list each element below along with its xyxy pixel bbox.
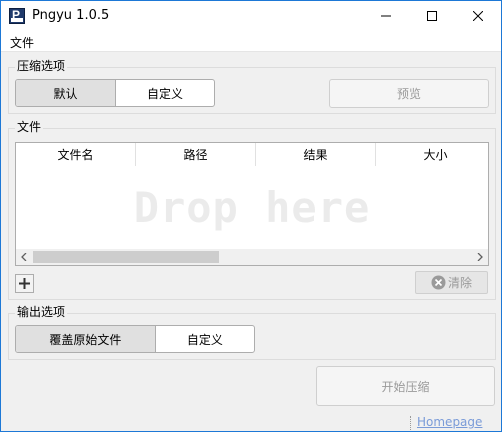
- resize-grip: [410, 416, 413, 430]
- plus-icon: [19, 278, 30, 289]
- minimize-icon: [381, 15, 391, 17]
- scrollbar-thumb[interactable]: [33, 251, 219, 263]
- add-file-button[interactable]: [15, 274, 34, 293]
- horizontal-scrollbar[interactable]: [16, 249, 488, 265]
- menu-bar: 文件: [1, 31, 501, 51]
- app-icon: P: [9, 8, 25, 24]
- output-mode-toggle: 覆盖原始文件 自定义: [15, 325, 255, 353]
- column-header-path[interactable]: 路径: [136, 143, 256, 166]
- drop-here-watermark: Drop here: [133, 183, 371, 232]
- preview-button[interactable]: 预览: [329, 79, 489, 108]
- app-window: P Pngyu 1.0.5 文件 压缩选项 默认 自定义 预览 文件 文件名 路…: [0, 0, 502, 432]
- file-table[interactable]: 文件名 路径 结果 大小 Drop here: [15, 142, 489, 266]
- column-header-filename[interactable]: 文件名: [16, 143, 136, 166]
- clear-circle-x-icon: [431, 275, 446, 290]
- compression-options-title: 压缩选项: [15, 59, 68, 73]
- scroll-right-button[interactable]: [472, 249, 488, 265]
- compression-mode-toggle: 默认 自定义: [15, 79, 215, 107]
- chevron-left-icon: [21, 253, 27, 261]
- custom-mode-button[interactable]: 自定义: [115, 80, 214, 106]
- menu-file[interactable]: 文件: [10, 34, 34, 51]
- chevron-right-icon: [477, 253, 483, 261]
- close-button[interactable]: [455, 1, 501, 31]
- overwrite-original-button[interactable]: 覆盖原始文件: [16, 326, 155, 352]
- start-compress-button[interactable]: 开始压缩: [316, 366, 495, 406]
- default-mode-button[interactable]: 默认: [16, 80, 115, 106]
- output-options-title: 输出选项: [15, 305, 68, 319]
- title-bar[interactable]: P Pngyu 1.0.5: [1, 1, 501, 31]
- minimize-button[interactable]: [363, 1, 409, 31]
- clear-button[interactable]: 清除: [415, 271, 488, 294]
- column-header-size[interactable]: 大小: [376, 143, 488, 166]
- table-header: 文件名 路径 结果 大小: [16, 143, 488, 166]
- column-header-result[interactable]: 结果: [256, 143, 376, 166]
- files-group-title: 文件: [15, 120, 44, 134]
- maximize-icon: [427, 11, 437, 21]
- maximize-button[interactable]: [409, 1, 455, 31]
- close-icon: [473, 11, 483, 21]
- clear-label: 清除: [447, 276, 472, 290]
- homepage-link[interactable]: Homepage: [417, 415, 482, 429]
- output-custom-button[interactable]: 自定义: [154, 326, 254, 352]
- window-title: Pngyu 1.0.5: [32, 8, 110, 23]
- scroll-left-button[interactable]: [16, 249, 32, 265]
- menu-divider: [1, 51, 501, 52]
